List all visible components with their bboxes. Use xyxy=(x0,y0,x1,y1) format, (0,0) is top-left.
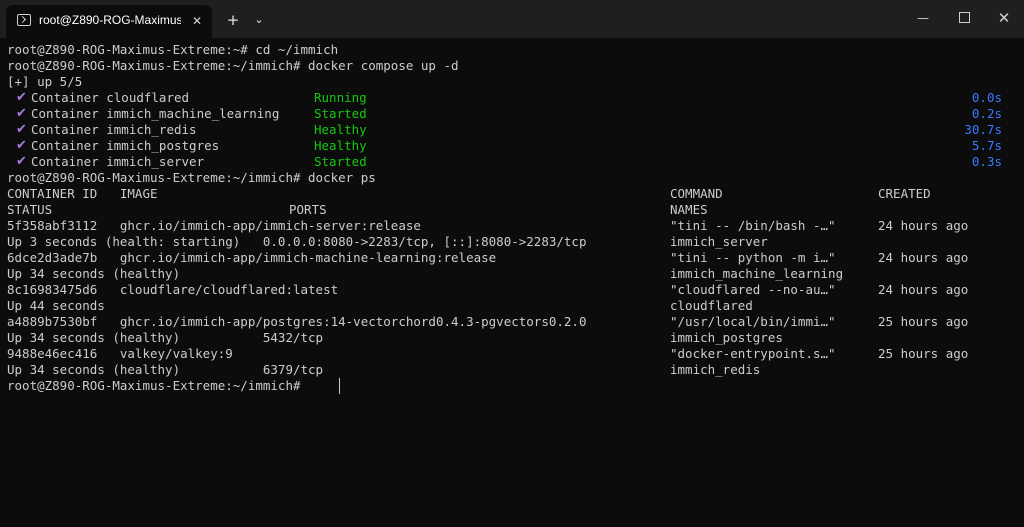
container-status: Healthy xyxy=(314,122,367,137)
check-icon: ✔ xyxy=(16,106,27,121)
container-time: 30.7s xyxy=(964,122,1002,137)
tab-root-shell[interactable]: root@Z890-ROG-Maximus-Ext ✕ xyxy=(6,5,212,38)
header-ports: PORTS xyxy=(289,202,327,217)
container-status-ports: Up 34 seconds (healthy) 6379/tcp xyxy=(7,362,324,377)
check-icon: ✔ xyxy=(16,154,27,169)
command-line: root@Z890-ROG-Maximus-Extreme:~/immich# … xyxy=(7,58,459,73)
container-id-image: 8c16983475d6 cloudflare/cloudflared:late… xyxy=(7,282,339,297)
container-status: Started xyxy=(314,154,367,169)
container-status-ports: Up 34 seconds (healthy) xyxy=(7,266,181,281)
container-name: immich_machine_learning xyxy=(670,266,844,281)
chevron-down-icon[interactable]: ⌄ xyxy=(250,11,268,29)
header-command: COMMAND xyxy=(670,186,723,201)
container-id-image: 6dce2d3ade7b ghcr.io/immich-app/immich-m… xyxy=(7,250,497,265)
container-id-image: 9488e46ec416 valkey/valkey:9 xyxy=(7,346,233,361)
container-label: Container immich_machine_learning xyxy=(31,106,280,121)
container-status: Healthy xyxy=(314,138,367,153)
tab-close-icon[interactable]: ✕ xyxy=(189,13,205,29)
close-window-button[interactable]: ✕ xyxy=(981,0,1024,36)
container-created: 24 hours ago xyxy=(878,282,969,297)
container-id-image: 5f358abf3112 ghcr.io/immich-app/immich-s… xyxy=(7,218,421,233)
header-id-image: CONTAINER ID IMAGE xyxy=(7,186,158,201)
container-status-ports: Up 44 seconds xyxy=(7,298,105,313)
command-line: root@Z890-ROG-Maximus-Extreme:~/immich# … xyxy=(7,170,376,185)
container-time: 0.0s xyxy=(971,90,1002,105)
container-status-ports: Up 34 seconds (healthy) 5432/tcp xyxy=(7,330,324,345)
check-icon: ✔ xyxy=(16,122,27,137)
container-command: "tini -- python -m i…" xyxy=(670,250,836,265)
container-label: Container immich_redis xyxy=(31,122,197,137)
container-name: immich_redis xyxy=(670,362,761,377)
container-created: 25 hours ago xyxy=(878,314,969,329)
header-names: NAMES xyxy=(670,202,708,217)
terminal-icon xyxy=(17,14,31,26)
container-command: "/usr/local/bin/immi…" xyxy=(670,314,836,329)
header-created: CREATED xyxy=(878,186,931,201)
text-cursor xyxy=(339,378,340,394)
check-icon: ✔ xyxy=(16,90,27,105)
container-status: Started xyxy=(314,106,367,121)
shell-prompt: root@Z890-ROG-Maximus-Extreme:~/immich# xyxy=(7,378,309,393)
maximize-icon xyxy=(958,12,970,23)
terminal-output[interactable]: root@Z890-ROG-Maximus-Extreme:~# cd ~/im… xyxy=(7,42,1017,522)
container-name: immich_postgres xyxy=(670,330,783,345)
new-tab-plus-icon[interactable]: + xyxy=(224,11,242,29)
container-label: Container cloudflared xyxy=(31,90,190,105)
terminal-window: root@Z890-ROG-Maximus-Ext ✕ + ⌄ — ✕ root… xyxy=(0,0,1024,527)
container-label: Container immich_server xyxy=(31,154,205,169)
check-icon: ✔ xyxy=(16,138,27,153)
title-bar: root@Z890-ROG-Maximus-Ext ✕ + ⌄ — ✕ xyxy=(0,0,1024,38)
container-name: immich_server xyxy=(670,234,768,249)
container-time: 5.7s xyxy=(971,138,1002,153)
up-status-line: [+] up 5/5 xyxy=(7,74,83,89)
tab-title: root@Z890-ROG-Maximus-Ext xyxy=(39,13,181,27)
container-status: Running xyxy=(314,90,367,105)
command-line: root@Z890-ROG-Maximus-Extreme:~# cd ~/im… xyxy=(7,42,339,57)
container-id-image: a4889b7530bf ghcr.io/immich-app/postgres… xyxy=(7,314,587,329)
minimize-button[interactable]: — xyxy=(900,0,946,36)
container-time: 0.2s xyxy=(971,106,1002,121)
container-created: 25 hours ago xyxy=(878,346,969,361)
header-status: STATUS xyxy=(7,202,53,217)
container-time: 0.3s xyxy=(971,154,1002,169)
container-label: Container immich_postgres xyxy=(31,138,220,153)
container-command: "docker-entrypoint.s…" xyxy=(670,346,836,361)
container-status-ports: Up 3 seconds (health: starting) 0.0.0.0:… xyxy=(7,234,587,249)
container-created: 24 hours ago xyxy=(878,250,969,265)
container-command: "cloudflared --no-au…" xyxy=(670,282,836,297)
container-name: cloudflared xyxy=(670,298,753,313)
container-created: 24 hours ago xyxy=(878,218,969,233)
container-command: "tini -- /bin/bash -…" xyxy=(670,218,836,233)
